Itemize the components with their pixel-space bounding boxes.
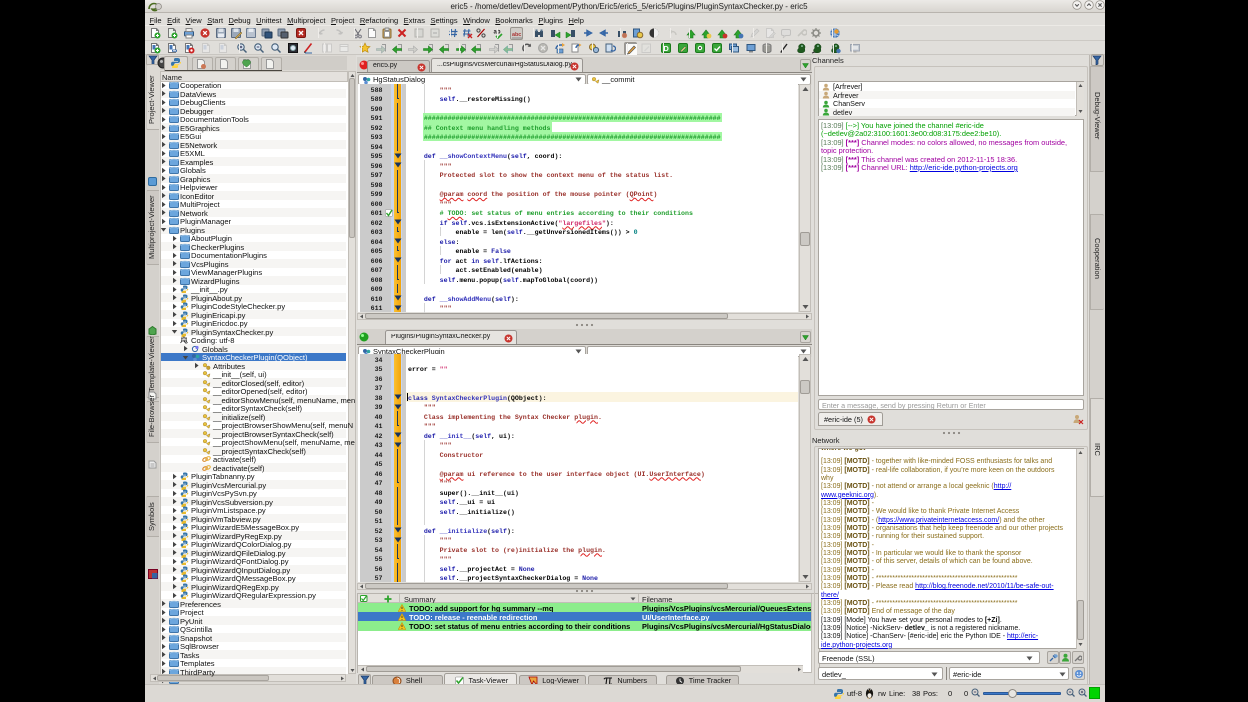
svg-text:abc: abc: [512, 32, 521, 38]
svg-text:D: D: [663, 44, 669, 53]
